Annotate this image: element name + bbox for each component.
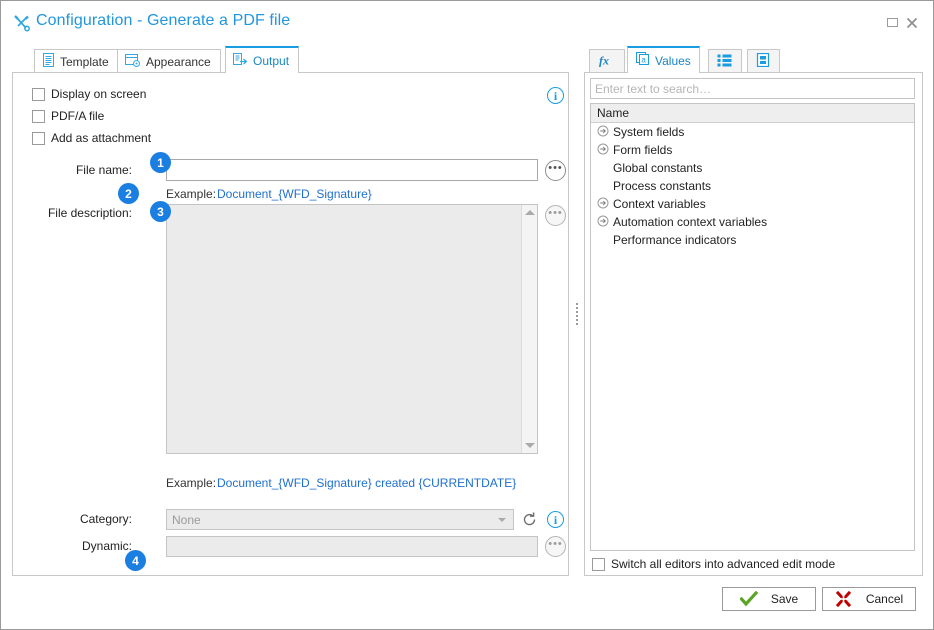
- checkbox-display-on-screen-label: Display on screen: [51, 87, 147, 101]
- tree-item-label: System fields: [613, 125, 685, 139]
- file-name-browse-button[interactable]: •••: [545, 160, 566, 181]
- save-button-label: Save: [770, 592, 799, 606]
- chevron-down-icon: [498, 517, 506, 522]
- expand-arrow-icon[interactable]: [597, 143, 613, 158]
- svg-text:fx: fx: [599, 54, 609, 68]
- dialog-window: Configuration - Generate a PDF file Temp…: [0, 0, 934, 630]
- tree-item-global-constants[interactable]: Global constants: [591, 159, 914, 177]
- category-label: Category:: [79, 512, 132, 526]
- dynamic-label: Dynamic:: [81, 539, 132, 553]
- grid-column-header-name: Name: [591, 104, 914, 123]
- checkbox-box[interactable]: [32, 87, 45, 101]
- tree-item-performance-indicators[interactable]: Performance indicators: [591, 231, 914, 249]
- dynamic-input[interactable]: [166, 536, 538, 557]
- tab-values[interactable]: a Values: [627, 46, 700, 73]
- title-bar: Configuration - Generate a PDF file: [1, 1, 933, 38]
- step-badge-3: 3: [150, 201, 171, 222]
- appearance-gear-icon: [125, 53, 141, 70]
- tab-appearance[interactable]: Appearance: [117, 49, 221, 73]
- step-badge-4: 4: [125, 550, 146, 571]
- file-description-textarea[interactable]: [166, 204, 538, 454]
- values-tree-grid: Name System fields Form fields Global co…: [590, 103, 915, 551]
- checkbox-advanced-edit-mode[interactable]: Switch all editors into advanced edit mo…: [592, 557, 835, 571]
- file-description-label: File description:: [47, 206, 132, 220]
- function-fx-icon: fx: [598, 53, 616, 70]
- tab-output-label: Output: [253, 53, 290, 68]
- document-icon: [42, 53, 55, 70]
- tab-output[interactable]: Output: [225, 46, 300, 73]
- left-panel: Template Appearance Output Display on sc…: [12, 45, 569, 576]
- category-dropdown[interactable]: None: [166, 509, 514, 530]
- checkbox-add-as-attachment-label: Add as attachment: [51, 131, 152, 145]
- expand-arrow-icon[interactable]: [597, 125, 613, 140]
- tab-functions[interactable]: fx: [589, 49, 625, 73]
- values-a-icon: a: [636, 52, 651, 69]
- left-tabstrip: Template Appearance Output: [12, 45, 569, 73]
- checkbox-advanced-edit-mode-label: Switch all editors into advanced edit mo…: [611, 557, 836, 571]
- tab-form-card[interactable]: [747, 49, 780, 73]
- checkbox-pdfa-file-label: PDF/A file: [51, 109, 105, 123]
- tree-item-label: Context variables: [613, 197, 706, 211]
- maximize-icon[interactable]: [885, 15, 901, 31]
- refresh-icon[interactable]: [521, 511, 538, 528]
- checkbox-display-on-screen[interactable]: Display on screen: [32, 87, 146, 101]
- tree-item-label: Performance indicators: [613, 233, 737, 247]
- checkbox-box[interactable]: [32, 131, 45, 145]
- tree-item-label: Automation context variables: [613, 215, 768, 229]
- file-name-input[interactable]: [166, 159, 538, 181]
- step-badge-1: 1: [150, 152, 171, 173]
- scroll-down-icon[interactable]: [525, 443, 535, 448]
- green-check-icon: [739, 590, 759, 607]
- output-export-icon: [233, 52, 248, 69]
- search-input[interactable]: [590, 78, 915, 99]
- tree-item-automation-context-variables[interactable]: Automation context variables: [591, 213, 914, 231]
- scroll-up-icon[interactable]: [525, 210, 535, 215]
- info-icon-output[interactable]: i: [547, 87, 564, 104]
- file-description-example-label: Example:: [166, 476, 217, 490]
- tree-item-label: Global constants: [613, 161, 703, 175]
- window-title: Configuration - Generate a PDF file: [36, 12, 291, 29]
- checkbox-box[interactable]: [32, 109, 45, 123]
- expand-arrow-icon[interactable]: [597, 215, 613, 230]
- red-x-icon: [835, 590, 853, 608]
- close-icon[interactable]: [904, 15, 920, 31]
- panel-splitter[interactable]: [574, 301, 579, 329]
- cancel-button-label: Cancel: [865, 592, 904, 606]
- svg-text:a: a: [641, 55, 646, 64]
- list-items-icon: [717, 53, 733, 70]
- tree-item-context-variables[interactable]: Context variables: [591, 195, 914, 213]
- file-description-browse-button[interactable]: •••: [545, 205, 566, 226]
- tree-item-form-fields[interactable]: Form fields: [591, 141, 914, 159]
- tree-item-process-constants[interactable]: Process constants: [591, 177, 914, 195]
- info-icon-category[interactable]: i: [547, 511, 564, 528]
- file-name-example-label: Example:: [166, 187, 217, 201]
- tree-item-system-fields[interactable]: System fields: [591, 123, 914, 141]
- checkbox-pdfa-file[interactable]: PDF/A file: [32, 109, 104, 123]
- step-badge-2: 2: [118, 183, 139, 204]
- tab-values-label: Values: [655, 53, 691, 68]
- checkbox-box[interactable]: [592, 557, 605, 571]
- file-description-example-value: Document_{WFD_Signature} created {CURREN…: [217, 476, 517, 490]
- save-button[interactable]: Save: [722, 587, 816, 611]
- tab-appearance-label: Appearance: [146, 54, 211, 69]
- tab-template[interactable]: Template: [34, 49, 119, 73]
- right-tabstrip: fx a Values: [584, 45, 923, 73]
- checkbox-add-as-attachment[interactable]: Add as attachment: [32, 131, 151, 145]
- tab-list-items[interactable]: [708, 49, 742, 73]
- category-dropdown-value: None: [172, 512, 201, 527]
- output-tab-body: Display on screen 1 PDF/A file 2 Add as …: [12, 72, 569, 576]
- form-card-icon: [756, 52, 771, 70]
- file-name-example-value: Document_{WFD_Signature}: [217, 187, 372, 201]
- cancel-button[interactable]: Cancel: [822, 587, 916, 611]
- expand-arrow-icon[interactable]: [597, 197, 613, 212]
- values-panel-body: Name System fields: [584, 72, 923, 576]
- file-name-label: File name:: [75, 163, 132, 177]
- tab-template-label: Template: [60, 54, 109, 69]
- tree-item-label: Process constants: [613, 179, 712, 193]
- tree-item-label: Form fields: [613, 143, 673, 157]
- right-panel: fx a Values Enter text to search… Name S…: [584, 45, 923, 576]
- tools-icon: [12, 14, 32, 32]
- textarea-scrollbar[interactable]: [521, 205, 537, 453]
- dynamic-browse-button[interactable]: •••: [545, 536, 566, 557]
